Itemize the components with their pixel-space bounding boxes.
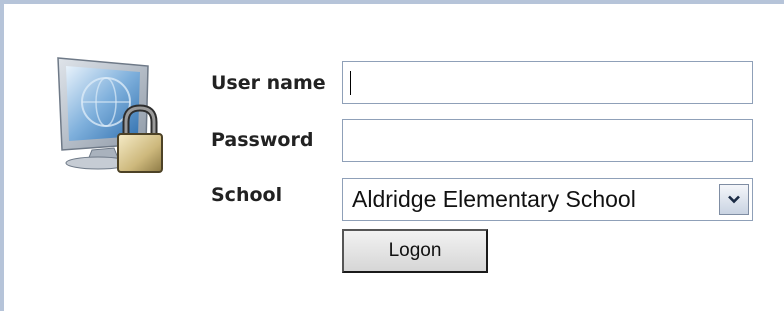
password-input[interactable] [342, 119, 753, 162]
chevron-down-icon [728, 195, 740, 204]
password-label: Password [211, 129, 314, 151]
school-select-value: Aldridge Elementary School [352, 186, 636, 212]
logon-panel: User name Password School Aldridge Eleme… [0, 0, 784, 311]
computer-lock-icon [57, 57, 163, 173]
username-input[interactable] [342, 61, 753, 104]
dropdown-button[interactable] [719, 184, 749, 215]
username-label: User name [211, 72, 326, 94]
text-caret [350, 71, 351, 95]
logon-button[interactable]: Logon [342, 229, 488, 273]
school-select[interactable]: Aldridge Elementary School [342, 178, 753, 221]
school-label: School [211, 184, 283, 206]
